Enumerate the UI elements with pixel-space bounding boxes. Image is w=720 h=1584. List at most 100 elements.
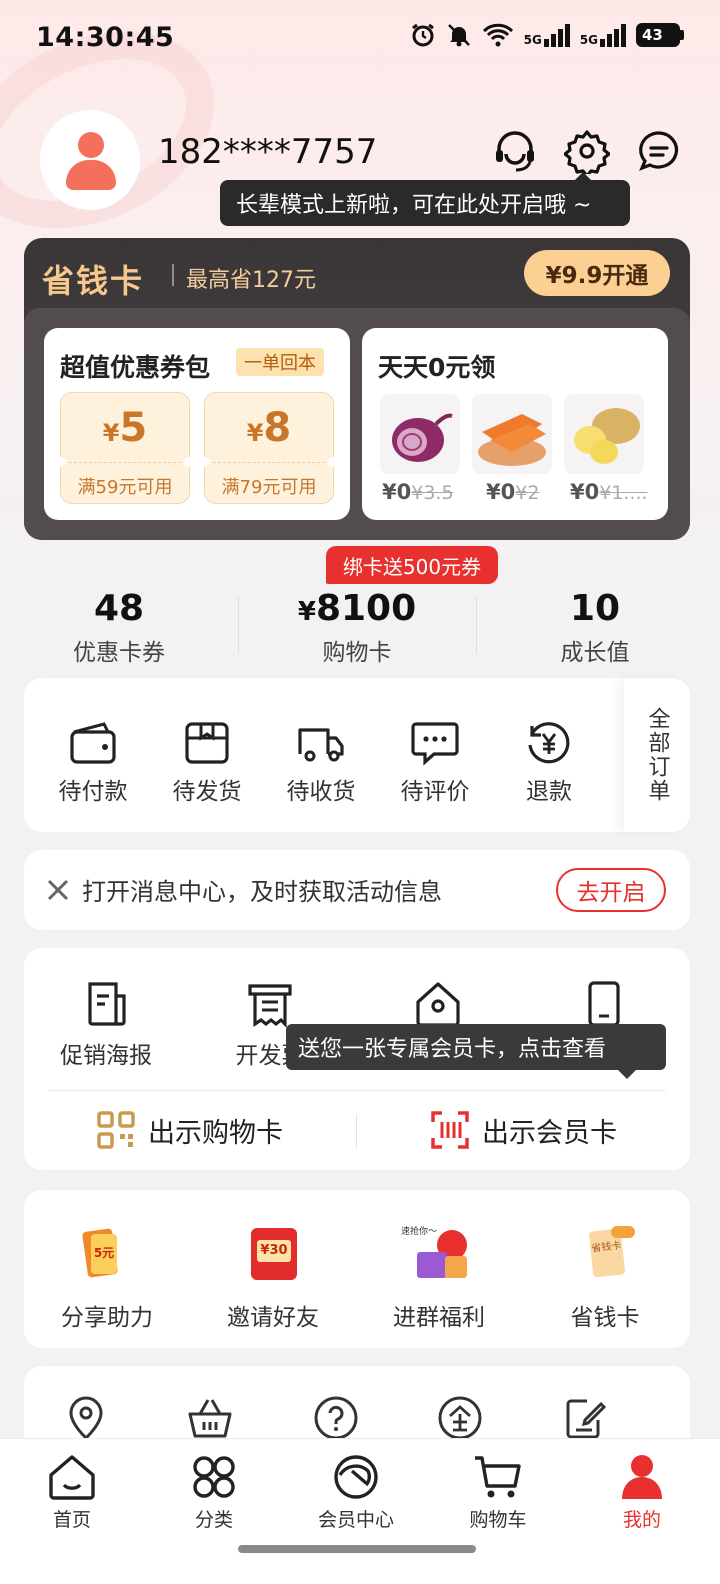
all-orders-button[interactable]: 全部订单 xyxy=(624,678,690,832)
group-gift-icon: 速抢你～ xyxy=(401,1224,477,1286)
phone-icon xyxy=(588,981,620,1027)
tab-cart[interactable]: 购物车 xyxy=(448,1453,548,1532)
potato-icon[interactable] xyxy=(564,394,644,474)
order-pending-receipt[interactable]: 待收货 xyxy=(264,720,378,806)
free-item-price: ¥0¥2 xyxy=(486,480,540,504)
order-refund[interactable]: 退款 xyxy=(492,720,606,806)
store-icon xyxy=(416,982,460,1027)
location-icon[interactable] xyxy=(62,1394,110,1442)
tab-label: 首页 xyxy=(52,1509,91,1531)
avatar-head xyxy=(78,132,104,158)
welfare-card: 5元 分享助力 ¥30 邀请好友 速抢你～ 进群福利 省钱卡 省钱卡 xyxy=(24,1190,690,1348)
status-time: 14:30:45 xyxy=(36,22,175,53)
welfare-label: 省钱卡 xyxy=(570,1305,640,1331)
saving-card-icon: 省钱卡 xyxy=(567,1224,643,1286)
order-label: 退款 xyxy=(526,779,572,805)
question-icon[interactable] xyxy=(312,1394,360,1442)
saving-card-separator xyxy=(172,264,174,286)
basket-icon[interactable] xyxy=(186,1394,234,1442)
status-icons: 5G 5G 43 xyxy=(410,22,684,48)
welfare-saving-card[interactable]: 省钱卡 省钱卡 xyxy=(522,1224,688,1332)
wifi-icon xyxy=(482,23,513,47)
coupon[interactable]: ¥8 满79元可用 xyxy=(200,392,338,504)
elder-mode-tooltip-text: 长辈模式上新啦，可在此处开启哦 ~ xyxy=(236,193,592,218)
category-icon xyxy=(193,1456,235,1498)
orders-card: 待付款 待发货 待收货 待评价 退款 全部订单 xyxy=(24,678,690,832)
comment-icon xyxy=(411,722,459,766)
battery-indicator: 43 xyxy=(636,23,684,47)
signal-2: 5G xyxy=(580,23,626,47)
member-card-tooltip[interactable]: 送您一张专属会员卡，点击查看 xyxy=(286,1024,666,1079)
tab-label: 我的 xyxy=(622,1509,661,1531)
close-icon[interactable] xyxy=(46,878,70,902)
welfare-label: 分享助力 xyxy=(61,1305,153,1331)
free-item-price: ¥0¥1.... xyxy=(570,480,648,504)
chat-icon[interactable] xyxy=(636,128,682,174)
coupon-pack-badge: 一单回本 xyxy=(236,348,324,376)
edit-note-icon[interactable] xyxy=(562,1394,610,1442)
carrot-icon[interactable] xyxy=(472,394,552,474)
avatar-body xyxy=(66,160,116,190)
stat-value: 48 xyxy=(93,588,145,629)
tab-home[interactable]: 首页 xyxy=(22,1453,122,1532)
cart-icon xyxy=(475,1456,521,1498)
saving-card-title: 省钱卡 xyxy=(42,262,145,300)
wallet-icon xyxy=(70,722,116,764)
coupon[interactable]: ¥5 满59元可用 xyxy=(56,392,194,504)
coupon-amount: ¥8 xyxy=(246,405,292,451)
gear-icon[interactable] xyxy=(564,128,610,174)
saving-card-subtitle: 最高省127元 xyxy=(186,268,316,293)
user-phone[interactable]: 182****7757 xyxy=(158,132,377,172)
tab-label: 分类 xyxy=(194,1509,233,1531)
tab-label: 购物车 xyxy=(469,1509,527,1531)
show-member-card-button[interactable]: 出示会员卡 xyxy=(430,1108,617,1152)
stat-label: 成长值 xyxy=(560,640,630,666)
headset-icon[interactable] xyxy=(492,128,538,174)
avatar[interactable] xyxy=(40,110,140,210)
bind-card-badge[interactable]: 绑卡送500元券 xyxy=(326,546,498,584)
barcode-icon xyxy=(431,1111,469,1149)
stat-coupons[interactable]: 48 优惠卡券 xyxy=(0,588,238,667)
show-shopping-card-button[interactable]: 出示购物卡 xyxy=(96,1108,283,1152)
alarm-icon xyxy=(411,23,434,47)
order-pending-payment[interactable]: 待付款 xyxy=(36,720,150,806)
stat-growth[interactable]: 10 成长值 xyxy=(476,588,714,667)
member-center-icon xyxy=(334,1455,378,1499)
tab-member-center[interactable]: 会员中心 xyxy=(306,1453,406,1532)
stat-value: 10 xyxy=(569,588,621,629)
stat-value: ¥8100 xyxy=(297,588,417,629)
welfare-label: 进群福利 xyxy=(393,1305,485,1331)
show-member-card-label: 出示会员卡 xyxy=(482,1117,617,1149)
order-pending-shipment[interactable]: 待发货 xyxy=(150,720,264,806)
saving-card-panel[interactable]: 省钱卡 最高省127元 ¥9.9开通 超值优惠券包 一单回本 ¥5 满59元可用… xyxy=(24,238,690,540)
notification-prompt-text: 打开消息中心，及时获取活动信息 xyxy=(82,878,442,906)
coupon-amount: ¥5 xyxy=(102,405,148,451)
order-label: 待付款 xyxy=(58,779,128,805)
tab-profile[interactable]: 我的 xyxy=(592,1453,692,1532)
welfare-invite[interactable]: ¥30 邀请好友 xyxy=(190,1224,356,1332)
stat-shopping-card[interactable]: ¥8100 购物卡 xyxy=(238,588,476,667)
member-card-tooltip-text: 送您一张专属会员卡，点击查看 xyxy=(298,1037,607,1062)
truck-icon xyxy=(298,728,344,762)
tool-label: 促销海报 xyxy=(60,1043,152,1069)
welfare-share[interactable]: 5元 分享助力 xyxy=(24,1224,190,1332)
elder-mode-tooltip[interactable]: 长辈模式上新啦，可在此处开启哦 ~ xyxy=(220,172,630,226)
enterprise-icon[interactable] xyxy=(436,1394,484,1442)
welfare-group[interactable]: 速抢你～ 进群福利 xyxy=(356,1224,522,1332)
order-pending-review[interactable]: 待评价 xyxy=(378,720,492,806)
order-label: 待收货 xyxy=(286,779,356,805)
free-item-price: ¥0¥3.5 xyxy=(382,480,454,504)
saving-card-content: 超值优惠券包 一单回本 ¥5 满59元可用 ¥8 满79元可用 天天0元领 ¥0… xyxy=(24,308,690,540)
home-indicator[interactable] xyxy=(238,1545,476,1553)
status-bar: 14:30:45 5G 5G 43 xyxy=(0,0,720,80)
coupon-pack[interactable]: 超值优惠券包 一单回本 ¥5 满59元可用 ¥8 满79元可用 xyxy=(44,328,350,520)
onion-icon[interactable] xyxy=(380,394,460,474)
order-label: 待评价 xyxy=(400,779,470,805)
tab-label: 会员中心 xyxy=(317,1509,394,1531)
tool-promo-poster[interactable]: 促销海报 xyxy=(26,980,186,1070)
enable-notifications-button[interactable]: 去开启 xyxy=(556,868,666,912)
tab-category[interactable]: 分类 xyxy=(164,1453,264,1532)
open-saving-card-button[interactable]: ¥9.9开通 xyxy=(524,250,670,296)
free-daily-panel[interactable]: 天天0元领 ¥0¥3.5 ¥0¥2 ¥0¥1.... xyxy=(362,328,668,520)
signal-1: 5G xyxy=(524,23,570,47)
